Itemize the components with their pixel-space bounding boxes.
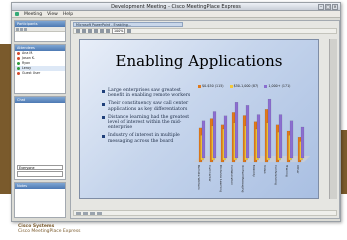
menu-bar: Meeting View Help <box>12 11 340 18</box>
bullet-text: Large enterprises saw greatest benefit i… <box>108 88 191 99</box>
pen-icon[interactable] <box>82 29 86 33</box>
settings-icon[interactable] <box>24 27 27 31</box>
attendees-panel: Attendees Ana M. Jason K. Ryan Leroy Gue… <box>14 44 66 94</box>
notes-panel: Notes <box>14 182 66 218</box>
chat-recipient-select[interactable]: Everyone <box>17 165 63 170</box>
window-controls: – □ × <box>318 4 338 10</box>
add-icon[interactable] <box>16 27 19 31</box>
highlight-icon[interactable] <box>88 29 92 33</box>
x-tick-label: Call Center <box>208 165 212 182</box>
x-tick-label: Other <box>296 165 300 174</box>
bullet-square-icon <box>102 102 105 106</box>
bullet-square-icon <box>102 116 105 120</box>
close-button[interactable]: × <box>332 4 338 10</box>
status-dot-icon <box>17 67 20 70</box>
title-bar: Development Meeting - Cisco MeetingPlace… <box>12 3 340 11</box>
bullet-text: Their constituency saw call center appli… <box>108 101 189 112</box>
remove-icon[interactable] <box>20 27 23 31</box>
slide-scrollbar[interactable] <box>329 39 337 199</box>
status-dot-icon <box>17 52 20 55</box>
chart-bar <box>289 120 294 159</box>
attendee-row[interactable]: Guest User <box>15 71 65 76</box>
shape-icon[interactable] <box>100 29 104 33</box>
next-page-icon[interactable] <box>90 211 95 215</box>
eraser-icon[interactable] <box>106 29 110 33</box>
pointer-icon[interactable] <box>76 29 80 33</box>
last-page-icon[interactable] <box>97 211 102 215</box>
meeting-window: Development Meeting - Cisco MeetingPlace… <box>11 2 341 222</box>
footer-product: Cisco MeetingPlace Express <box>18 229 81 234</box>
presentation-slide: Enabling Applications Large enterprises … <box>79 39 319 199</box>
bullet-item: Large enterprises saw greatest benefit i… <box>102 88 192 99</box>
bullet-item: Industry of interest in multiple messagi… <box>102 133 192 144</box>
chart-bar <box>300 126 305 159</box>
maximize-button[interactable]: □ <box>325 4 331 10</box>
menu-view[interactable]: View <box>47 12 58 17</box>
chart-bar <box>223 115 228 159</box>
bullet-text: Distance learning had the greatest level… <box>108 114 190 131</box>
status-dot-icon <box>17 72 20 75</box>
chart-bar <box>212 111 217 159</box>
x-tick-label: Unified Messaging <box>241 165 245 193</box>
left-panel: Participants Attendees Ana M. Jason K. R… <box>14 20 66 219</box>
attendee-name: Guest User <box>22 71 41 75</box>
window-title: Development Meeting - Cisco MeetingPlace… <box>111 4 241 10</box>
chart-bar <box>278 114 283 159</box>
document-tab[interactable]: Microsoft PowerPoint - Enabling... <box>73 22 183 27</box>
chat-panel: Chat Everyone <box>14 96 66 180</box>
footer-logo: Cisco Systems Cisco MeetingPlace Express <box>18 224 81 234</box>
chart-bar <box>234 102 239 159</box>
x-tick-label: Remote Workers <box>197 165 201 190</box>
bullet-text: Industry of interest in multiple messagi… <box>108 133 180 144</box>
x-tick-label: Collaboration <box>230 165 234 185</box>
text-icon[interactable] <box>94 29 98 33</box>
x-tick-label: Video <box>263 165 267 174</box>
viewer-toolbar: 100% <box>73 28 337 34</box>
prev-page-icon[interactable] <box>83 211 88 215</box>
viewer-statusbar <box>73 210 337 216</box>
first-page-icon[interactable] <box>76 211 81 215</box>
bullet-item: Their constituency saw call center appli… <box>102 101 192 112</box>
x-tick-label: Distance Learning <box>219 165 223 192</box>
status-dot-icon <box>17 57 20 60</box>
menu-meeting[interactable]: Meeting <box>24 12 42 17</box>
slide-bullets: Large enterprises saw greatest benefit i… <box>102 88 192 147</box>
chart-bar <box>267 98 272 159</box>
bullet-square-icon <box>102 89 105 93</box>
chart-bar <box>245 105 250 159</box>
content-viewer: Microsoft PowerPoint - Enabling... 100% … <box>70 20 340 219</box>
slide-title: Enabling Applications <box>115 52 283 70</box>
x-tick-label: Training <box>285 164 289 177</box>
bullet-square-icon <box>102 134 105 138</box>
x-tick-label: Mobility <box>252 165 256 177</box>
bar-chart: Remote Workers Call Center Distance Learni… <box>194 98 310 193</box>
chart-bar <box>201 120 206 159</box>
bullet-item: Distance learning had the greatest level… <box>102 115 192 131</box>
menu-help[interactable]: Help <box>63 12 73 17</box>
participants-toolbar <box>15 27 65 32</box>
minimize-button[interactable]: – <box>318 4 324 10</box>
chat-input[interactable] <box>17 171 63 177</box>
notes-header: Notes <box>15 183 65 189</box>
x-tick-label: Conferencing <box>274 165 278 185</box>
app-icon <box>15 12 19 16</box>
status-dot-icon <box>17 62 20 65</box>
participants-panel: Participants <box>14 20 66 42</box>
chat-header: Chat <box>15 97 65 103</box>
chart-bar <box>256 114 261 159</box>
zoom-select[interactable]: 100% <box>112 28 126 34</box>
fit-icon[interactable] <box>127 29 132 33</box>
